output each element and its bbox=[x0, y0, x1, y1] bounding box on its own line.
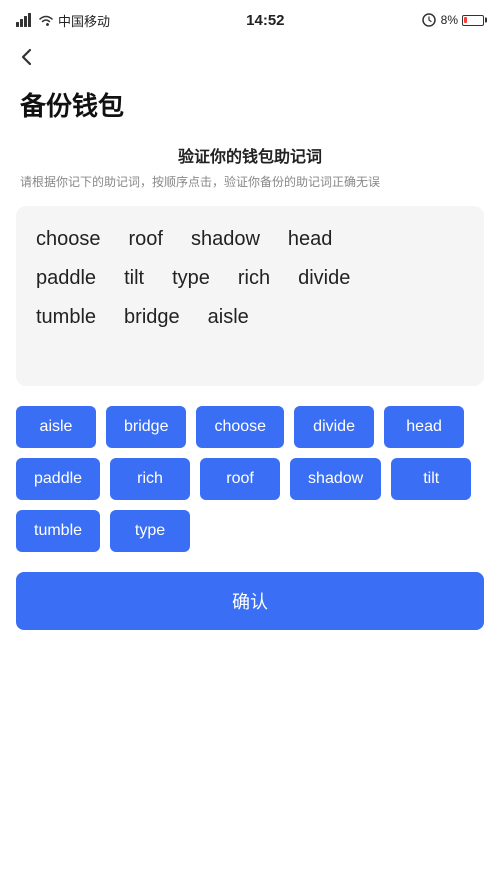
word-btn-head[interactable]: head bbox=[384, 406, 464, 448]
display-word-rich: rich bbox=[238, 267, 270, 290]
display-word-paddle: paddle bbox=[36, 267, 96, 290]
display-word-divide: divide bbox=[298, 267, 350, 290]
word-display-area: choose roof shadow head paddle tilt type… bbox=[16, 206, 484, 386]
circle-icon bbox=[421, 12, 437, 28]
section-desc: 请根据你记下的助记词，按顺序点击，验证你备份的助记词正确无误 bbox=[0, 173, 500, 192]
status-battery-area: 8% bbox=[421, 12, 484, 28]
section-heading: 验证你的钱包助记词 bbox=[0, 143, 500, 167]
display-word-tilt: tilt bbox=[124, 267, 144, 290]
display-word-choose: choose bbox=[36, 228, 101, 251]
word-btn-tilt[interactable]: tilt bbox=[391, 458, 471, 500]
display-word-roof: roof bbox=[129, 228, 163, 251]
status-bar: 中国移动 14:52 8% bbox=[0, 0, 500, 36]
display-word-shadow: shadow bbox=[191, 228, 260, 251]
wifi-icon bbox=[38, 14, 54, 27]
battery-percent: 8% bbox=[441, 13, 458, 27]
confirm-button[interactable]: 确认 bbox=[16, 572, 484, 630]
status-time: 14:52 bbox=[246, 12, 284, 29]
word-btn-choose[interactable]: choose bbox=[196, 406, 284, 448]
battery-icon bbox=[462, 15, 484, 26]
word-row-1: choose roof shadow head bbox=[36, 228, 464, 257]
word-btn-bridge[interactable]: bridge bbox=[106, 406, 186, 448]
word-btn-type[interactable]: type bbox=[110, 510, 190, 552]
carrier-label: 中国移动 bbox=[58, 11, 110, 30]
display-word-bridge: bridge bbox=[124, 306, 180, 329]
word-btn-divide[interactable]: divide bbox=[294, 406, 374, 448]
word-btn-tumble[interactable]: tumble bbox=[16, 510, 100, 552]
display-word-type: type bbox=[172, 267, 210, 290]
status-carrier: 中国移动 bbox=[16, 11, 110, 30]
word-btn-rich[interactable]: rich bbox=[110, 458, 190, 500]
back-icon bbox=[16, 46, 38, 68]
word-buttons-grid: aisle bridge choose divide head paddle r… bbox=[0, 406, 500, 552]
display-word-head: head bbox=[288, 228, 333, 251]
confirm-button-wrap: 确认 bbox=[0, 572, 500, 660]
word-btn-paddle[interactable]: paddle bbox=[16, 458, 100, 500]
word-btn-roof[interactable]: roof bbox=[200, 458, 280, 500]
word-btn-aisle[interactable]: aisle bbox=[16, 406, 96, 448]
word-btn-shadow[interactable]: shadow bbox=[290, 458, 381, 500]
word-row-3: tumble bridge aisle bbox=[36, 306, 464, 335]
page-title: 备份钱包 bbox=[0, 78, 500, 143]
display-word-tumble: tumble bbox=[36, 306, 96, 329]
display-word-aisle: aisle bbox=[208, 306, 249, 329]
word-row-2: paddle tilt type rich divide bbox=[36, 267, 464, 296]
back-button[interactable] bbox=[0, 36, 54, 78]
signal-icon bbox=[16, 13, 34, 27]
